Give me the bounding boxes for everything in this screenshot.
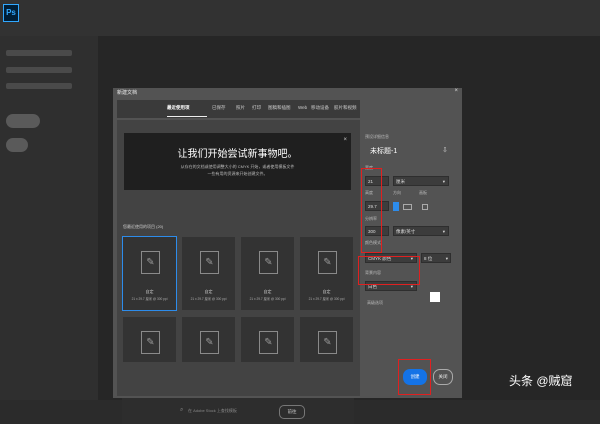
- preset-name: 自定: [263, 289, 272, 294]
- banner-subtitle-line: 一些有用的资源来开始创建文件。: [207, 171, 268, 176]
- recent-preset-card[interactable]: ✎ 自定 21 x 29.7 厘米 @ 300 ppi: [182, 237, 235, 310]
- sidebar-new-button[interactable]: [6, 114, 40, 128]
- presets-panel: × 让我们开始尝试新事物吧。 从存在的文档或使用调整大小的 CMYK 开始，或者…: [117, 120, 360, 424]
- chevron-down-icon: ▾: [445, 256, 448, 261]
- recent-preset-card[interactable]: ✎: [123, 317, 176, 362]
- preset-size: 21 x 29.7 厘米 @ 300 ppi: [249, 297, 286, 301]
- preset-name: 自定: [322, 289, 331, 294]
- unit-select[interactable]: 厘米 ▾: [393, 176, 449, 186]
- orientation-label: 方向: [393, 190, 401, 195]
- bit-depth-value: 8 位: [424, 256, 433, 261]
- tab-mobile[interactable]: 移动设备: [311, 105, 329, 111]
- app-menu-bar: Ps: [0, 0, 600, 36]
- advanced-options-toggle[interactable]: 高级选项: [367, 300, 383, 306]
- document-icon: ✎: [259, 251, 278, 274]
- document-icon: ✎: [200, 251, 219, 274]
- highlight-size-fields: [361, 168, 382, 253]
- sidebar-open-button[interactable]: [6, 138, 28, 152]
- document-icon: ✎: [318, 331, 337, 354]
- tab-print[interactable]: 打印: [252, 105, 261, 111]
- recent-items-label: 您最近使用的项目 (20): [123, 224, 164, 229]
- preset-size: 21 x 29.7 厘米 @ 300 ppi: [190, 297, 227, 301]
- resolution-unit-select[interactable]: 像素/英寸 ▾: [393, 226, 449, 236]
- artboard-checkbox[interactable]: [422, 204, 428, 210]
- document-icon: ✎: [318, 251, 337, 274]
- stock-search-input[interactable]: 在 Adobe Stock 上查找模板: [188, 408, 237, 414]
- recent-preset-card[interactable]: ✎ 自定 21 x 29.7 厘米 @ 300 ppi: [241, 237, 294, 310]
- preset-tabs: 最近使用项 已保存 照片 打印 图稿和插图 Web 移动设备 胶片和视频: [117, 100, 360, 118]
- banner-close-icon[interactable]: ×: [343, 137, 347, 143]
- sidebar-placeholder-line: [6, 50, 72, 56]
- new-document-dialog: 新建文档 × 最近使用项 已保存 照片 打印 图稿和插图 Web 移动设备 胶片…: [113, 88, 462, 424]
- recent-preset-card[interactable]: ✎ 自定 21 x 29.7 厘米 @ 300 ppi: [122, 236, 177, 311]
- banner-subtitle-line: 从存在的文档或使用调整大小的 CMYK 开始，或者使用模板文件: [180, 164, 295, 169]
- preset-size: 21 x 29.7 厘米 @ 300 ppi: [131, 297, 168, 301]
- stock-search-bar: ⌕ 在 Adobe Stock 上查找模板 前往: [122, 398, 354, 424]
- document-icon: ✎: [141, 251, 160, 274]
- artboard-label: 画板: [419, 190, 427, 195]
- welcome-banner: × 让我们开始尝试新事物吧。 从存在的文档或使用调整大小的 CMYK 开始，或者…: [124, 133, 351, 190]
- sidebar-placeholder-line: [6, 67, 72, 73]
- preset-size: 21 x 29.7 厘米 @ 300 ppi: [308, 297, 345, 301]
- document-icon: ✎: [200, 331, 219, 354]
- recent-preset-card[interactable]: ✎: [300, 317, 353, 362]
- tab-web[interactable]: Web: [298, 105, 307, 110]
- active-tab-indicator: [167, 116, 207, 117]
- dialog-title: 新建文档: [117, 90, 138, 96]
- tab-art-illustration[interactable]: 图稿和插图: [268, 105, 291, 111]
- document-icon: ✎: [259, 331, 278, 354]
- bit-depth-select[interactable]: 8 位 ▾: [421, 253, 451, 263]
- resolution-unit-value: 像素/英寸: [396, 229, 416, 234]
- tab-film-video[interactable]: 胶片和视频: [334, 105, 357, 111]
- document-name-field[interactable]: 未标题-1: [370, 146, 397, 156]
- background-color-swatch[interactable]: [430, 292, 440, 302]
- highlight-color-mode: [358, 256, 420, 285]
- landscape-orientation-icon[interactable]: [403, 204, 412, 210]
- recent-preset-card[interactable]: ✎: [241, 317, 294, 362]
- tab-saved[interactable]: 已保存: [212, 105, 226, 111]
- home-sidebar: [0, 36, 98, 400]
- go-button[interactable]: 前往: [279, 405, 305, 419]
- search-icon: ⌕: [180, 407, 184, 413]
- portrait-orientation-icon[interactable]: [393, 202, 399, 211]
- document-icon: ✎: [141, 331, 160, 354]
- dialog-close-icon[interactable]: ×: [454, 88, 458, 94]
- chevron-down-icon: ▾: [442, 179, 445, 184]
- tab-recent[interactable]: 最近使用项: [167, 105, 190, 111]
- details-section-label: 预设详细信息: [365, 134, 389, 139]
- banner-subtitle: 从存在的文档或使用调整大小的 CMYK 开始，或者使用模板文件 一些有用的资源来…: [124, 163, 351, 177]
- sidebar-placeholder-line: [6, 83, 72, 89]
- banner-title: 让我们开始尝试新事物吧。: [177, 149, 298, 160]
- save-preset-icon[interactable]: ⇩: [442, 146, 448, 154]
- watermark-text: 头条 @贼窟: [509, 374, 573, 388]
- close-button[interactable]: 关闭: [433, 369, 453, 385]
- recent-preset-card[interactable]: ✎ 自定 21 x 29.7 厘米 @ 300 ppi: [300, 237, 353, 310]
- create-button[interactable]: 创建: [403, 369, 427, 385]
- chevron-down-icon: ▾: [442, 229, 445, 234]
- preset-name: 自定: [145, 289, 154, 294]
- preset-name: 自定: [204, 289, 213, 294]
- tab-photo[interactable]: 照片: [236, 105, 245, 111]
- recent-preset-card[interactable]: ✎: [182, 317, 235, 362]
- unit-value: 厘米: [396, 179, 405, 184]
- photoshop-logo-icon: Ps: [3, 4, 19, 22]
